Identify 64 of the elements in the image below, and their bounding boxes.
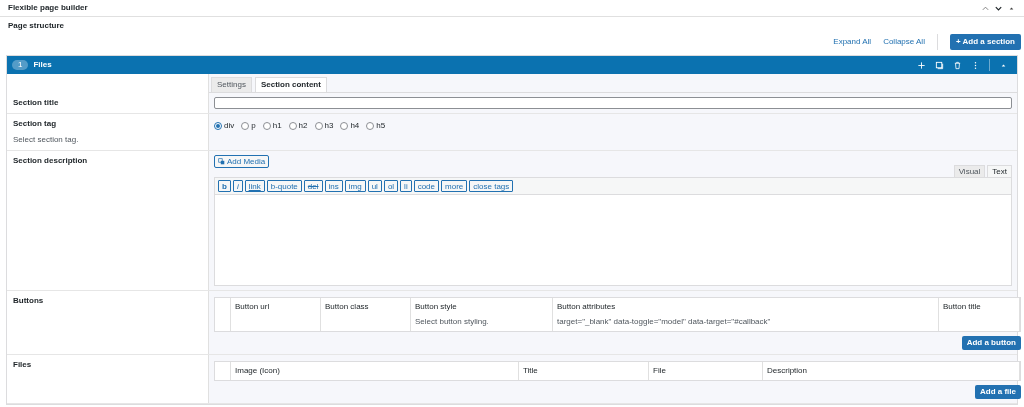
window-title: Flexible page builder <box>8 2 88 14</box>
quicktag-button[interactable]: li <box>400 180 412 192</box>
quicktag-button[interactable]: del <box>303 180 323 192</box>
quicktag-button[interactable]: code <box>413 180 440 192</box>
field-label: Buttons <box>13 295 44 307</box>
add-row-button[interactable]: Add a button <box>961 336 1021 350</box>
column-header: Button attributes <box>557 301 616 313</box>
quicktag-button[interactable]: b-quote <box>266 180 302 192</box>
trash-icon[interactable] <box>953 60 962 70</box>
quicktag-button[interactable]: link <box>244 180 265 192</box>
radio-label: h5 <box>376 120 386 132</box>
quicktag-button[interactable]: b <box>218 180 231 192</box>
quicktag-button[interactable]: ins <box>324 180 343 192</box>
quicktag-button[interactable]: i <box>232 180 243 192</box>
radio-label: div <box>224 120 235 132</box>
quicktag-button[interactable]: ul <box>367 180 382 192</box>
field-label: Section description <box>13 155 88 167</box>
radio-button[interactable] <box>340 122 349 130</box>
quicktag-button[interactable]: more <box>441 180 468 192</box>
radio-label: p <box>251 120 256 132</box>
radio-button[interactable] <box>288 122 297 130</box>
radio-button[interactable] <box>314 122 323 130</box>
column-header: Button style <box>415 301 457 313</box>
plus-icon[interactable] <box>917 60 926 70</box>
field-hint: Select section tag. <box>13 134 79 146</box>
section-header-bar[interactable]: 1 Files <box>7 56 1017 74</box>
add-media-button[interactable]: Add Media <box>214 155 270 168</box>
column-header: Button url <box>235 301 270 313</box>
input-field[interactable] <box>214 97 1012 109</box>
column-header: Title <box>523 365 538 377</box>
field-label: Files <box>13 359 32 371</box>
radio-button[interactable] <box>366 122 375 130</box>
section-title: Files <box>33 59 52 71</box>
radio-label: h3 <box>324 120 334 132</box>
radio-button[interactable] <box>241 122 250 130</box>
radio-label: h2 <box>298 120 308 132</box>
duplicate-icon[interactable] <box>935 60 944 70</box>
column-hint: target="_blank" data-toggle="model" data-target="#callback" <box>557 316 771 328</box>
link[interactable]: Collapse All <box>883 36 925 48</box>
editor-tab[interactable]: Visual <box>953 165 986 177</box>
editor-tab[interactable]: Text <box>987 165 1012 177</box>
tab[interactable]: Settings <box>211 77 252 92</box>
add-row-button[interactable]: Add a file <box>975 385 1021 399</box>
radio-button[interactable] <box>262 122 271 130</box>
field-label: Section title <box>13 97 59 109</box>
quicktag-button[interactable]: img <box>344 180 366 192</box>
column-header: File <box>653 365 666 377</box>
radio-label: h1 <box>272 120 282 132</box>
column-header: Description <box>767 365 807 377</box>
quicktag-button[interactable]: ol <box>383 180 399 192</box>
column-header: Button title <box>943 301 981 313</box>
number-badge: 1 <box>12 60 29 70</box>
media-icon <box>218 158 225 165</box>
tab[interactable]: Section content <box>254 77 327 92</box>
radio-label: h4 <box>350 120 360 132</box>
quicktag-button[interactable]: close tags <box>469 180 514 192</box>
add-section-button[interactable]: + Add a section <box>949 34 1021 50</box>
column-header: Image (Icon) <box>235 365 280 377</box>
column-header: Button class <box>325 301 369 313</box>
field-label: Section tag <box>13 118 57 130</box>
section-heading: Page structure <box>7 20 66 32</box>
radio-button[interactable] <box>214 122 222 130</box>
link[interactable]: Expand All <box>833 36 872 48</box>
column-hint: Select button styling. <box>415 316 489 328</box>
